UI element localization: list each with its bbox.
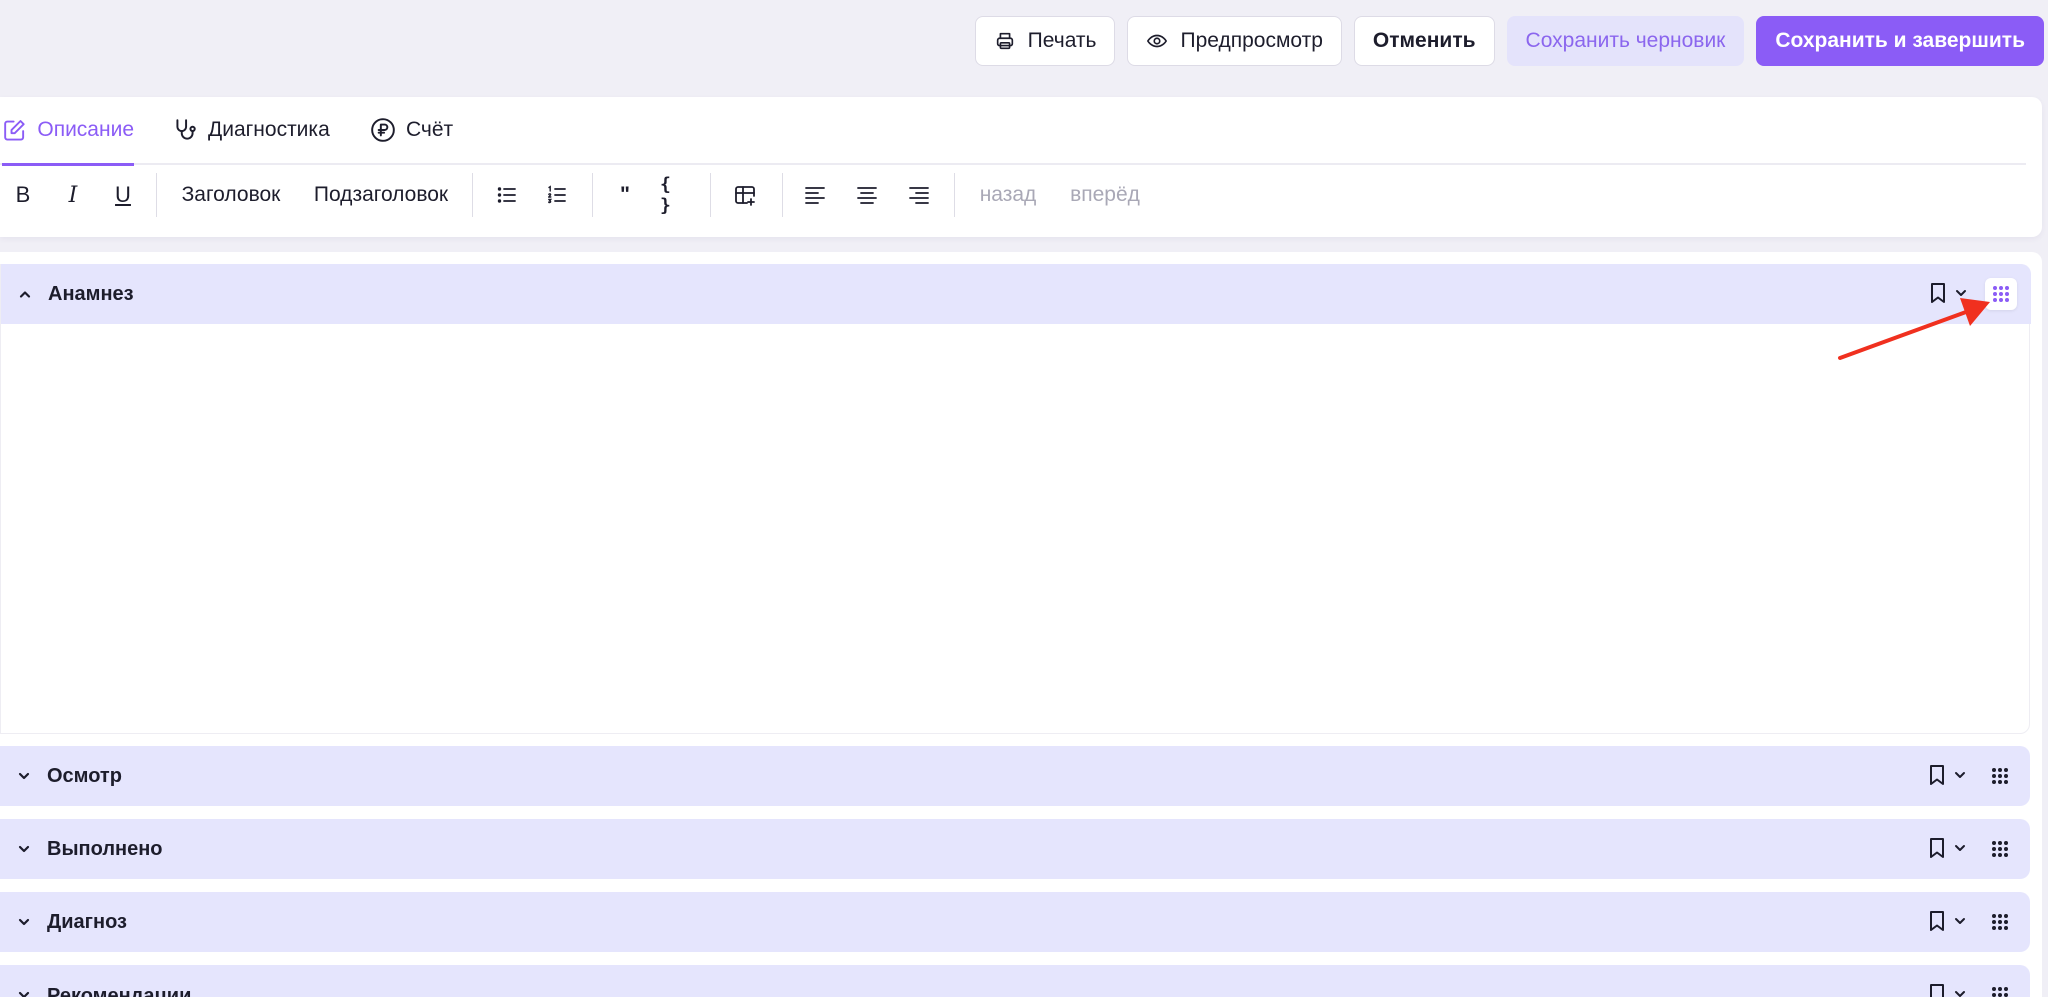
section-diagnosis[interactable]: Диагноз xyxy=(0,892,2030,952)
stethoscope-icon xyxy=(176,119,196,140)
bold-button[interactable]: B xyxy=(10,167,36,223)
italic-button[interactable]: I xyxy=(60,167,86,223)
chevron-down-icon[interactable] xyxy=(14,766,34,786)
section-title: Выполнено xyxy=(47,837,163,860)
section-title: Диагноз xyxy=(47,910,127,933)
section-examination[interactable]: Осмотр xyxy=(0,746,2030,806)
align-right-button[interactable] xyxy=(906,167,932,223)
separator xyxy=(592,173,593,217)
chevron-down-icon[interactable] xyxy=(14,839,34,859)
print-label: Печать xyxy=(1027,29,1097,52)
template-dropdown[interactable] xyxy=(1928,909,1968,933)
ruble-icon xyxy=(371,118,395,142)
table-plus-icon xyxy=(735,186,755,206)
eye-icon xyxy=(1147,34,1168,48)
drag-handle-grid-icon[interactable] xyxy=(1985,278,2017,310)
cancel-label: Отменить xyxy=(1372,29,1476,52)
action-bar: Печать Предпросмотр Отменить Сохранить ч… xyxy=(974,16,2044,66)
redo-button[interactable]: вперёд xyxy=(1068,167,1142,223)
chevron-down-icon xyxy=(1956,290,1966,296)
subheading-button[interactable]: Подзаголовок xyxy=(312,167,450,223)
preview-button[interactable]: Предпросмотр xyxy=(1127,16,1342,66)
template-dropdown[interactable] xyxy=(1928,763,1968,787)
editor-card: Описание Диагностика Счёт B I U Заголово… xyxy=(0,97,2042,237)
cancel-button[interactable]: Отменить xyxy=(1353,16,1495,66)
save-draft-button[interactable]: Сохранить черновик xyxy=(1506,16,1745,66)
section-title: Осмотр xyxy=(47,764,122,787)
bookmark-icon xyxy=(1930,765,1944,785)
tab-bar: Описание Диагностика Счёт xyxy=(0,96,2026,166)
tab-invoice[interactable]: Счёт xyxy=(370,96,453,164)
align-center-button[interactable] xyxy=(854,167,880,223)
tab-label: Диагностика xyxy=(208,118,330,141)
template-dropdown[interactable] xyxy=(1928,982,1968,997)
formatting-toolbar: B I U Заголовок Подзаголовок " { } назад… xyxy=(0,167,1200,223)
section-title: Рекомендации xyxy=(47,985,192,997)
bullet-list-icon xyxy=(497,187,516,203)
save-draft-label: Сохранить черновик xyxy=(1525,29,1726,52)
undo-button[interactable]: назад xyxy=(978,167,1038,223)
chevron-down-icon xyxy=(1955,918,1965,924)
quote-button[interactable]: " xyxy=(612,167,638,223)
section-performed[interactable]: Выполнено xyxy=(0,819,2030,879)
bookmark-icon xyxy=(1930,838,1944,858)
heading-button[interactable]: Заголовок xyxy=(180,167,282,223)
code-button[interactable]: { } xyxy=(660,167,692,223)
tab-diagnostics[interactable]: Диагностика xyxy=(172,96,330,164)
section-anamnesis: Анамнез xyxy=(0,264,2031,734)
separator xyxy=(710,173,711,217)
insert-table-button[interactable] xyxy=(732,167,758,223)
align-right-icon xyxy=(909,187,929,204)
bookmark-icon xyxy=(1931,283,1945,303)
separator xyxy=(472,173,473,217)
edit-icon xyxy=(4,120,25,141)
section-header[interactable]: Анамнез xyxy=(1,264,2031,324)
printer-icon xyxy=(996,32,1013,50)
section-body-editor[interactable] xyxy=(1,324,2029,733)
drag-handle-grid-icon[interactable] xyxy=(1984,979,2016,997)
drag-handle-grid-icon[interactable] xyxy=(1984,760,2016,792)
section-recommendations[interactable]: Рекомендации xyxy=(0,965,2030,997)
template-dropdown[interactable] xyxy=(1928,836,1968,860)
tab-description[interactable]: Описание xyxy=(2,96,134,166)
save-and-finish-label: Сохранить и завершить xyxy=(1775,29,2025,52)
tab-label: Описание xyxy=(37,118,134,141)
underline-button[interactable]: U xyxy=(110,167,136,223)
preview-label: Предпросмотр xyxy=(1180,29,1323,52)
save-and-finish-button[interactable]: Сохранить и завершить xyxy=(1756,16,2044,66)
separator xyxy=(782,173,783,217)
bullet-list-button[interactable] xyxy=(494,167,520,223)
separator xyxy=(156,173,157,217)
tab-label: Счёт xyxy=(406,118,454,141)
bookmark-icon xyxy=(1930,984,1944,997)
chevron-down-icon[interactable] xyxy=(14,912,34,932)
separator xyxy=(954,173,955,217)
print-button[interactable]: Печать xyxy=(974,16,1116,66)
chevron-up-icon[interactable] xyxy=(15,284,35,304)
align-center-icon xyxy=(857,187,877,204)
align-left-button[interactable] xyxy=(802,167,828,223)
chevron-down-icon xyxy=(1955,772,1965,778)
drag-handle-grid-icon[interactable] xyxy=(1984,833,2016,865)
drag-handle-grid-icon[interactable] xyxy=(1984,906,2016,938)
align-left-icon xyxy=(805,187,825,204)
numbered-list-button[interactable] xyxy=(544,167,570,223)
numbered-list-icon xyxy=(548,185,566,204)
section-title: Анамнез xyxy=(48,282,134,305)
bookmark-icon xyxy=(1930,911,1944,931)
chevron-down-icon[interactable] xyxy=(14,985,34,997)
chevron-down-icon xyxy=(1955,991,1965,997)
template-dropdown[interactable] xyxy=(1929,281,1969,305)
chevron-down-icon xyxy=(1955,845,1965,851)
